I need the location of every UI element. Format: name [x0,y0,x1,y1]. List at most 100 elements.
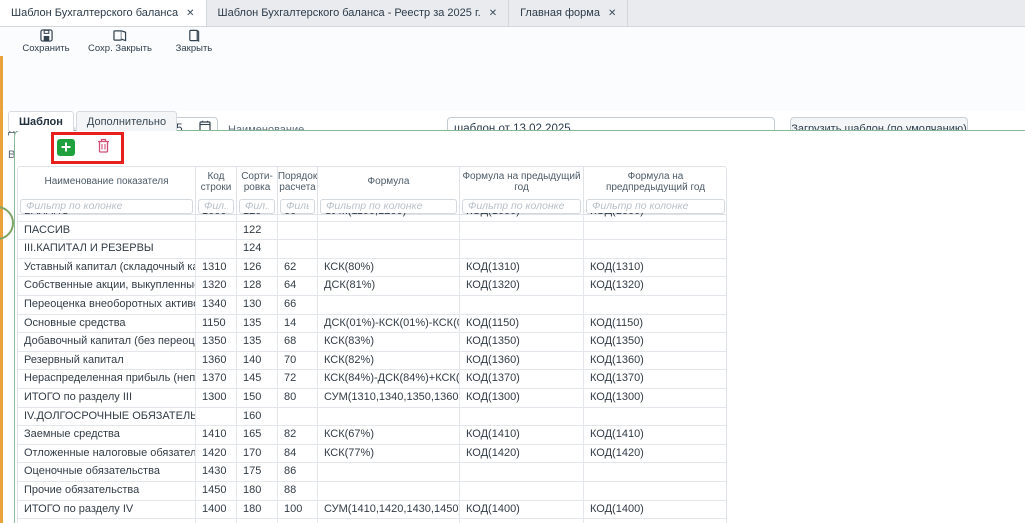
close-button[interactable]: Закрыть [168,28,220,55]
table-cell[interactable] [196,408,237,427]
column-header[interactable]: Код строки [196,167,236,196]
tab-balance-registry[interactable]: Шаблон Бухгалтерского баланса - Реестр з… [207,0,510,26]
table-cell[interactable]: 88 [278,482,318,501]
table-cell[interactable]: КОД(1350) [460,333,584,352]
table-cell[interactable]: СУМ(1310,1340,1350,1360,1... [318,389,460,408]
table-row[interactable]: Нераспределенная прибыль (непокрыт...137… [18,370,726,389]
table-cell[interactable]: КОД(1310) [460,259,584,278]
table-cell[interactable] [318,222,460,241]
table-cell[interactable] [460,222,584,241]
table-cell[interactable]: ДСК(01%)-КСК(01%)-КСК(02... [318,315,460,334]
table-cell[interactable]: КОД(1310) [584,259,726,278]
table-cell[interactable]: 1410 [196,426,237,445]
subtab-template[interactable]: Шаблон [8,111,74,131]
close-icon[interactable]: ✕ [186,8,194,19]
table-row[interactable]: Основные средства115013514ДСК(01%)-КСК(0… [18,315,726,334]
table-cell[interactable]: Резервный капитал [18,352,196,371]
table-cell[interactable]: КОД(1150) [584,315,726,334]
table-cell[interactable]: КОД(1300) [460,389,584,408]
table-cell[interactable] [584,222,726,241]
table-row[interactable]: ИТОГО по разделу IV1400180100СУМ(1410,14… [18,501,726,520]
table-cell[interactable] [318,463,460,482]
table-cell[interactable] [460,519,584,523]
close-icon[interactable]: ✕ [608,8,616,19]
tab-balance-template[interactable]: Шаблон Бухгалтерского баланса ✕ [0,0,207,26]
table-cell[interactable]: 1150 [196,315,237,334]
table-cell[interactable] [460,296,584,315]
delete-row-button[interactable] [95,138,112,156]
table-cell[interactable] [196,222,237,241]
table-cell[interactable] [318,240,460,259]
table-cell[interactable]: Отложенные налоговые обязательства [18,445,196,464]
column-header[interactable]: Наименование показателя [18,167,195,196]
table-cell[interactable]: КОД(1400) [460,501,584,520]
column-filter-input[interactable] [586,199,725,214]
save-button[interactable]: Сохранить [20,28,72,55]
table-cell[interactable] [278,222,318,241]
table-row[interactable]: ИТОГО по разделу III130015080СУМ(1310,13… [18,389,726,408]
table-cell[interactable] [196,519,237,523]
tab-main-form[interactable]: Главная форма ✕ [509,0,628,26]
table-cell[interactable]: 72 [278,370,318,389]
table-row[interactable]: IV.ДОЛГОСРОЧНЫЕ ОБЯЗАТЕЛЬСТВА160 [18,408,726,427]
table-cell[interactable]: КОД(1370) [460,370,584,389]
table-cell[interactable]: 1310 [196,259,237,278]
table-cell[interactable]: КСК(82%) [318,352,460,371]
table-cell[interactable]: ПАССИВ [18,222,196,241]
table-cell[interactable]: КОД(1360) [460,352,584,371]
table-cell[interactable]: 126 [237,259,278,278]
table-cell[interactable] [584,408,726,427]
column-filter-input[interactable] [198,199,234,214]
column-filter-input[interactable] [239,199,275,214]
table-cell[interactable]: 1420 [196,445,237,464]
table-cell[interactable]: КОД(1600) [460,213,584,222]
table-cell[interactable]: КОД(1360) [584,352,726,371]
table-cell[interactable] [460,240,584,259]
table-cell[interactable]: Уставный капитал (складочный капита... [18,259,196,278]
table-cell[interactable]: 175 [237,463,278,482]
table-cell[interactable]: 1450 [196,482,237,501]
table-cell[interactable]: 1300 [196,389,237,408]
table-cell[interactable] [584,482,726,501]
table-cell[interactable]: 64 [278,277,318,296]
table-cell[interactable]: КОД(1350) [584,333,726,352]
table-cell[interactable]: КОД(1320) [460,277,584,296]
table-cell[interactable]: IV.ДОЛГОСРОЧНЫЕ ОБЯЗАТЕЛЬСТВА [18,408,196,427]
table-cell[interactable] [318,482,460,501]
column-filter-input[interactable] [462,199,581,214]
table-cell[interactable]: КСК(83%) [318,333,460,352]
table-cell[interactable]: Прочие обязательства [18,482,196,501]
table-cell[interactable]: 128 [237,277,278,296]
table-cell[interactable]: III.КАПИТАЛ И РЕЗЕРВЫ [18,240,196,259]
table-cell[interactable]: 135 [237,315,278,334]
table-cell[interactable]: 84 [278,445,318,464]
table-cell[interactable]: КОД(1420) [460,445,584,464]
table-cell[interactable]: КОД(1370) [584,370,726,389]
table-cell[interactable]: 1340 [196,296,237,315]
column-header[interactable]: Формула на предпредыдущий год [584,167,727,196]
table-cell[interactable] [318,519,460,523]
table-cell[interactable]: 130 [237,296,278,315]
table-cell[interactable]: 1370 [196,370,237,389]
table-cell[interactable]: КСК(67%) [318,426,460,445]
table-cell[interactable] [237,519,278,523]
table-cell[interactable]: 1360 [196,352,237,371]
table-row[interactable]: Переоценка внеоборотных активов134013066 [18,296,726,315]
table-cell[interactable]: 145 [237,370,278,389]
table-row[interactable]: Резервный капитал136014070КСК(82%)КОД(13… [18,352,726,371]
table-row[interactable]: Уставный капитал (складочный капита...13… [18,259,726,278]
column-header[interactable]: Формула на предыдущий год [460,167,583,196]
table-cell[interactable]: КОД(1300) [584,389,726,408]
table-cell[interactable] [584,463,726,482]
table-cell[interactable]: 82 [278,426,318,445]
table-cell[interactable]: 1400 [196,501,237,520]
table-cell[interactable]: 180 [237,482,278,501]
table-cell[interactable]: БАЛАНС [18,213,196,222]
table-cell[interactable]: СУМ(1410,1420,1430,1450) [318,501,460,520]
table-cell[interactable]: КСК(77%) [318,445,460,464]
table-row[interactable]: Оценочные обязательства143017586 [18,463,726,482]
table-cell[interactable]: КОД(1400) [584,501,726,520]
table-row[interactable]: Заемные средства141016582КСК(67%)КОД(141… [18,426,726,445]
table-cell[interactable]: 66 [278,296,318,315]
column-filter-input[interactable] [20,199,193,214]
